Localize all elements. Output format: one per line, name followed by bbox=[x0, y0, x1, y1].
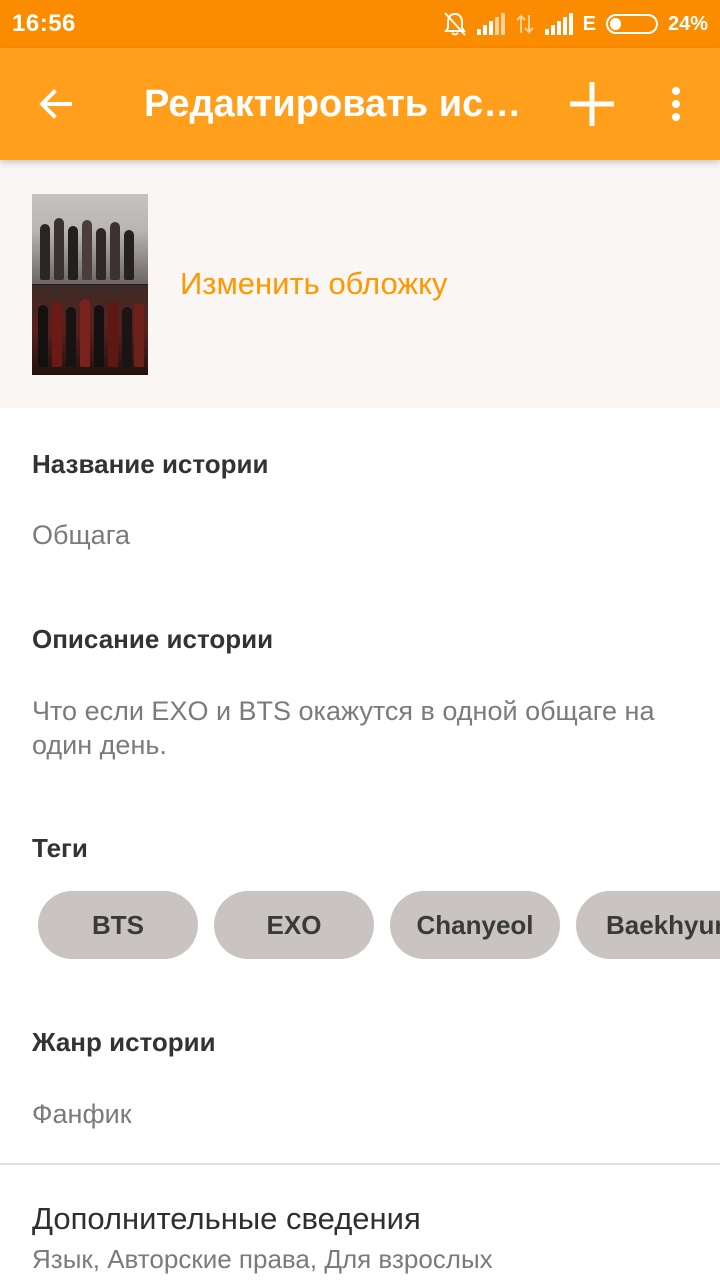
change-cover-link[interactable]: Изменить обложку bbox=[180, 266, 448, 302]
data-arrows-icon bbox=[515, 13, 535, 35]
additional-info-title[interactable]: Дополнительные сведения bbox=[32, 1201, 421, 1237]
tag-chip[interactable]: Baekhyun bbox=[576, 891, 720, 959]
tags-list: BTS EXO Chanyeol Baekhyun bbox=[38, 891, 720, 959]
status-icons: E 24% bbox=[443, 11, 708, 37]
story-name-field[interactable]: Общага bbox=[32, 518, 692, 552]
more-options-button[interactable] bbox=[648, 72, 704, 136]
battery-icon bbox=[605, 14, 658, 34]
alarm-off-icon bbox=[443, 11, 467, 37]
back-button[interactable] bbox=[0, 48, 112, 160]
cover-section: Изменить обложку bbox=[0, 160, 720, 408]
app-bar: Редактировать ис… bbox=[0, 48, 720, 160]
back-arrow-icon bbox=[39, 89, 72, 119]
divider bbox=[0, 1163, 720, 1165]
status-bar: 16:56 E 24% bbox=[0, 0, 720, 48]
add-button[interactable] bbox=[556, 72, 628, 136]
story-name-label: Название истории bbox=[32, 449, 269, 479]
story-description-label: Описание истории bbox=[32, 624, 274, 654]
tag-chip[interactable]: BTS bbox=[38, 891, 198, 959]
network-type: E bbox=[582, 12, 596, 35]
cover-image-bottom bbox=[32, 285, 148, 375]
plus-icon bbox=[570, 82, 614, 126]
signal-icon bbox=[476, 13, 505, 35]
genre-label: Жанр истории bbox=[32, 1027, 216, 1057]
story-description-field[interactable]: Что если EXO и BTS окажутся в одной обща… bbox=[32, 694, 692, 762]
tag-chip[interactable]: EXO bbox=[214, 891, 374, 959]
status-time: 16:56 bbox=[12, 10, 76, 37]
tag-chip[interactable]: Chanyeol bbox=[390, 891, 560, 959]
page-title: Редактировать ис… bbox=[144, 82, 522, 125]
signal-icon-2 bbox=[544, 13, 573, 35]
battery-fill bbox=[609, 18, 621, 30]
additional-info-subtitle: Язык, Авторские права, Для взрослых bbox=[32, 1244, 493, 1274]
genre-field[interactable]: Фанфик bbox=[32, 1097, 692, 1131]
tags-label: Теги bbox=[32, 833, 88, 863]
more-vert-icon bbox=[672, 87, 680, 121]
battery-percent: 24% bbox=[667, 12, 708, 35]
cover-image-top bbox=[32, 194, 148, 284]
cover-image[interactable] bbox=[32, 194, 148, 375]
